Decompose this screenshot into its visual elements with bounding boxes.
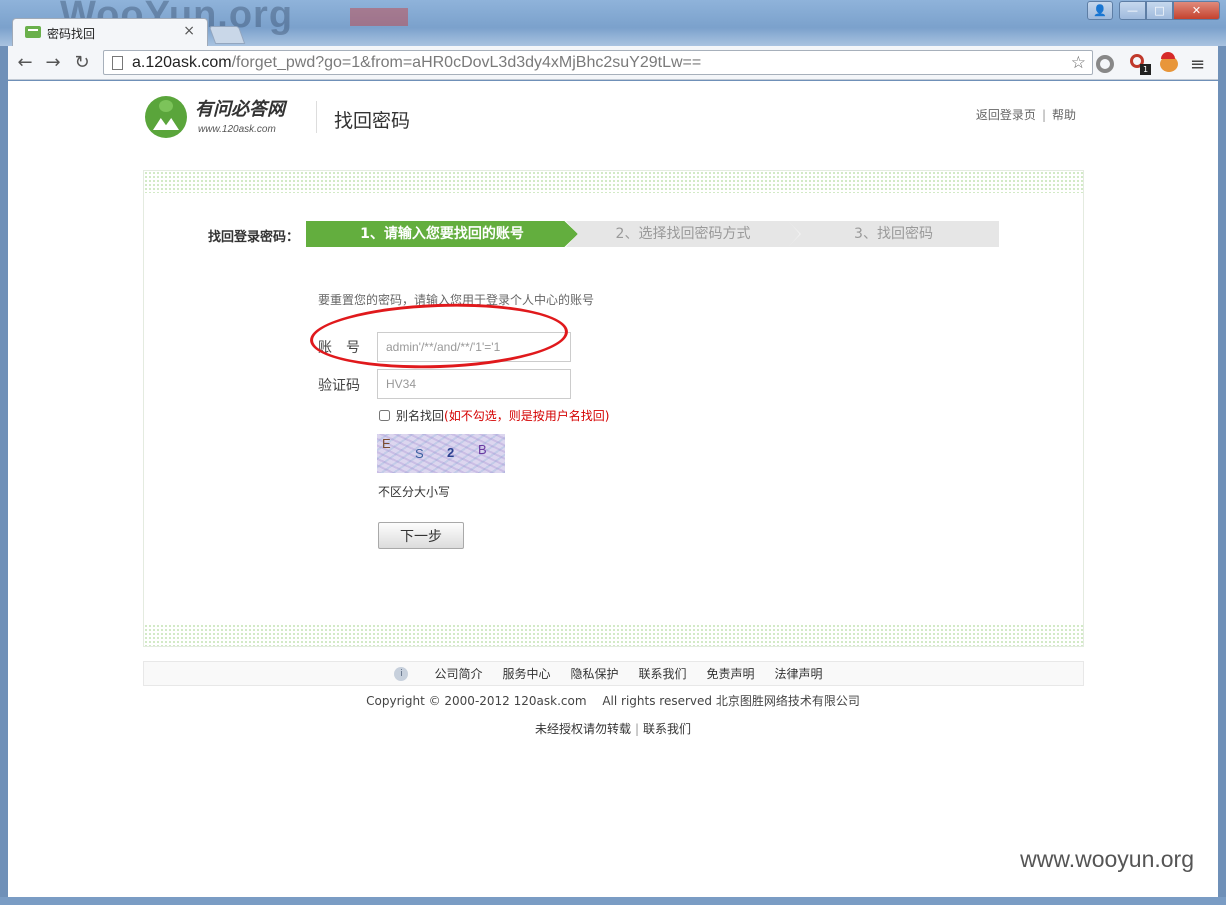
footer-link-service[interactable]: 服务中心 [502, 665, 550, 682]
minimize-button[interactable]: — [1119, 1, 1146, 20]
footer-link-privacy[interactable]: 隐私保护 [570, 665, 618, 682]
cookie-hat-glyph [1161, 52, 1175, 59]
extension-badge: 1 [1140, 64, 1151, 75]
logo-mark-icon [145, 96, 187, 138]
step-1-active: 1、请输入您要找回的账号 [306, 221, 578, 247]
browser-toolbar: ← → ↻ a.120ask.com/forget_pwd?go=1&from=… [8, 46, 1218, 80]
extension-mouse-icon[interactable]: 1 [1128, 52, 1151, 75]
page-icon [112, 56, 123, 70]
reload-button[interactable]: ↻ [71, 52, 93, 74]
footer-link-about[interactable]: 公司简介 [434, 665, 482, 682]
user-profile-button[interactable]: 👤 [1087, 1, 1113, 20]
case-insensitive-note: 不区分大小写 [378, 485, 451, 499]
footer-link-contact[interactable]: 联系我们 [639, 665, 687, 682]
no-reprint-note: 未经授权请勿转载 [534, 722, 631, 736]
blurred-badge [350, 8, 408, 26]
copyright-text: Copyright © 2000-2012 120ask.com All rig… [366, 694, 860, 708]
captcha-char: S [415, 446, 424, 461]
window-bottom-frame [0, 897, 1226, 905]
help-link[interactable]: 帮助 [1052, 108, 1076, 122]
alias-option: 别名找回(如不勾选，则是按用户名找回) [379, 407, 609, 424]
captcha-image[interactable]: E S 2 B [377, 434, 505, 473]
footer-link-legal[interactable]: 法律声明 [775, 665, 823, 682]
header-divider [316, 101, 317, 133]
recovery-panel: 找回登录密码： 1、请输入您要找回的账号 2、选择找回密码方式 3、找回密码 要… [143, 170, 1084, 647]
maximize-button[interactable]: □ [1146, 1, 1173, 20]
forward-button[interactable]: → [42, 52, 64, 74]
page-title: 找回密码 [334, 110, 411, 132]
back-to-login-link[interactable]: 返回登录页 [976, 108, 1036, 122]
footer-contact-link[interactable]: 联系我们 [643, 722, 691, 736]
step-3: 3、找回密码 [788, 221, 999, 247]
captcha-char: B [478, 442, 487, 457]
url-path: /forget_pwd?go=1&from=aHR0cDovL3d3dy4xMj… [231, 54, 702, 71]
panel-top-pattern [144, 171, 1083, 193]
url-text[interactable]: a.120ask.com/forget_pwd?go=1&from=aHR0cD… [132, 54, 701, 72]
page-viewport: 有问必答网 www.120ask.com 找回密码 返回登录页 | 帮助 找回登录密… [8, 81, 1218, 897]
url-host: a.120ask.com [132, 54, 232, 71]
extension-cookie-icon[interactable] [1158, 52, 1180, 74]
steps-label: 找回登录密码： [208, 230, 300, 245]
header-links: 返回登录页 | 帮助 [976, 106, 1076, 123]
address-bar[interactable]: a.120ask.com/forget_pwd?go=1&from=aHR0cD… [103, 50, 1093, 75]
captcha-label: 验证码 [318, 378, 360, 394]
captcha-input[interactable] [377, 369, 571, 399]
footer-note: 未经授权请勿转载 | 联系我们 [8, 720, 1218, 737]
logo-domain: www.120ask.com [198, 124, 276, 135]
window-titlebar: WooYun.org 密码找回 × 👤 — □ ✕ [0, 0, 1226, 46]
footer-link-disclaimer[interactable]: 免责声明 [707, 665, 755, 682]
next-step-button[interactable]: 下一步 [378, 522, 464, 549]
captcha-char: 2 [447, 445, 455, 460]
back-button[interactable]: ← [14, 52, 36, 74]
browser-tab[interactable]: 密码找回 × [12, 18, 208, 46]
tab-close-icon[interactable]: × [183, 23, 195, 39]
bookmark-star-icon[interactable]: ☆ [1071, 53, 1086, 73]
step-2: 2、选择找回密码方式 [566, 221, 800, 247]
close-window-button[interactable]: ✕ [1173, 1, 1220, 20]
footer-note-separator: | [634, 722, 640, 736]
panel-bottom-pattern [144, 624, 1083, 646]
footer-links-bar: i 公司简介 服务中心 隐私保护 联系我们 免责声明 法律声明 [143, 661, 1084, 686]
extension-ring-icon[interactable] [1096, 55, 1114, 73]
site-favicon-icon [25, 26, 41, 38]
captcha-char: E [382, 436, 391, 451]
logo-name: 有问必答网 [195, 99, 285, 120]
window-controls: 👤 — □ ✕ [1087, 1, 1220, 20]
info-icon: i [394, 666, 409, 681]
alias-checkbox[interactable] [379, 410, 390, 421]
link-separator: | [1041, 108, 1046, 122]
browser-menu-icon[interactable]: ≡ [1190, 54, 1205, 75]
site-watermark: www.wooyun.org [1020, 846, 1194, 872]
tab-title: 密码找回 [47, 27, 96, 41]
alias-note: (如不勾选，则是按用户名找回) [444, 409, 610, 423]
alias-label: 别名找回 [396, 409, 445, 423]
new-tab-button[interactable] [208, 26, 246, 44]
